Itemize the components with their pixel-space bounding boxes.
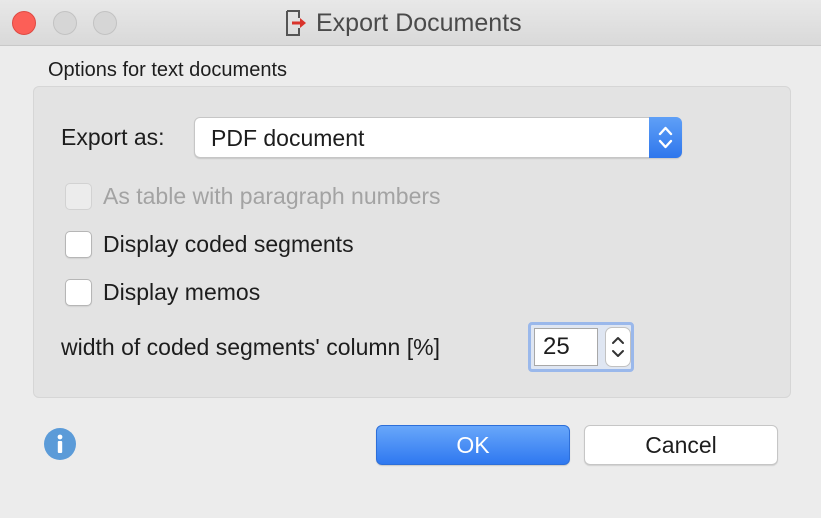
- display-memos-option[interactable]: Display memos: [65, 279, 260, 306]
- options-section-label: Options for text documents: [48, 59, 288, 81]
- ok-button[interactable]: OK: [376, 425, 570, 465]
- export-as-label: Export as:: [61, 124, 165, 150]
- column-width-stepper[interactable]: [528, 322, 634, 372]
- cancel-button[interactable]: Cancel: [584, 425, 778, 465]
- select-arrows[interactable]: [649, 117, 682, 158]
- table-paragraph-numbers-option: As table with paragraph numbers: [65, 183, 441, 210]
- window-title-group: Export Documents: [284, 8, 522, 38]
- window-titlebar: Export Documents: [0, 0, 821, 46]
- info-icon[interactable]: [44, 428, 76, 460]
- export-arrow-icon: [286, 10, 306, 36]
- stepper-buttons[interactable]: [605, 327, 631, 367]
- column-width-label: width of coded segments' column [%]: [61, 334, 440, 360]
- export-format-value: PDF document: [211, 125, 365, 151]
- table-paragraph-numbers-label: As table with paragraph numbers: [103, 183, 441, 209]
- minimize-window-button[interactable]: [53, 11, 77, 35]
- display-coded-segments-option[interactable]: Display coded segments: [65, 231, 354, 258]
- display-coded-segments-checkbox[interactable]: [65, 231, 92, 258]
- window-title: Export Documents: [316, 8, 522, 37]
- display-memos-checkbox[interactable]: [65, 279, 92, 306]
- export-format-select[interactable]: PDF document: [194, 117, 682, 158]
- display-memos-label[interactable]: Display memos: [103, 279, 260, 306]
- display-coded-segments-label[interactable]: Display coded segments: [103, 231, 354, 258]
- table-paragraph-numbers-checkbox: [65, 183, 92, 210]
- zoom-window-button[interactable]: [93, 11, 117, 35]
- close-window-button[interactable]: [12, 11, 36, 35]
- chevron-up-down-icon: [612, 337, 624, 357]
- column-width-input[interactable]: [534, 328, 598, 366]
- chevron-up-down-icon: [658, 126, 673, 149]
